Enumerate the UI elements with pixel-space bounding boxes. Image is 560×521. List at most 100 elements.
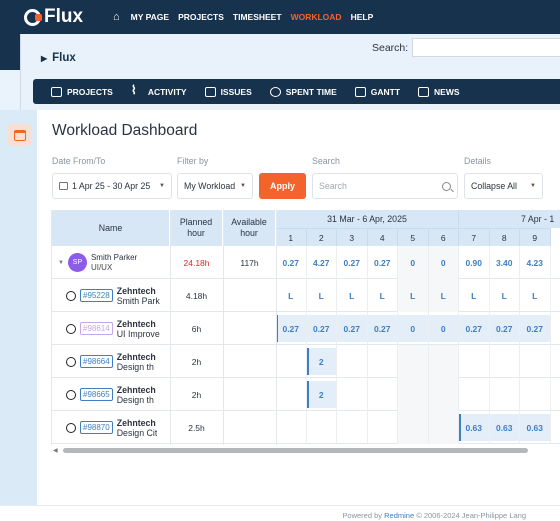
day-cell: L bbox=[368, 279, 398, 312]
day-cell bbox=[398, 411, 429, 444]
details-label: Details bbox=[464, 156, 491, 166]
user-row: ▼ SP Smith Parker UI/UX 24.18h 117h 0.27 4.27 0.… bbox=[52, 246, 560, 279]
menu-activity[interactable]: ACTIVITY bbox=[131, 83, 187, 97]
day-cell: 0.90 bbox=[459, 246, 490, 279]
day-cell: L bbox=[520, 279, 551, 312]
timer-icon[interactable] bbox=[66, 323, 76, 334]
day-cell: L bbox=[398, 279, 429, 312]
day-cell: 0.63 bbox=[520, 411, 551, 444]
home-icon[interactable]: ⌂ bbox=[113, 11, 120, 23]
caret-down-icon: ▼ bbox=[159, 183, 165, 189]
filter-label: Filter by bbox=[177, 156, 209, 166]
day-cell: 0.27 bbox=[520, 312, 551, 345]
task-title: Zehntech Design Cit bbox=[116, 417, 158, 438]
menu-spent-time[interactable]: SPENT TIME bbox=[269, 86, 337, 97]
left-sidebar bbox=[0, 110, 37, 521]
timer-icon[interactable] bbox=[66, 389, 76, 400]
day-cell bbox=[368, 378, 398, 411]
date-label: Date From/To bbox=[52, 156, 106, 166]
day-cell bbox=[337, 378, 368, 411]
timer-icon[interactable] bbox=[66, 422, 76, 433]
day-cell: L bbox=[459, 279, 490, 312]
date-range-select[interactable]: 1 Apr 25 - 30 Apr 25 ▼ bbox=[52, 173, 172, 199]
column-divider bbox=[276, 210, 277, 445]
planned-hours: 2h bbox=[191, 389, 202, 400]
day-cell: 4.23 bbox=[520, 246, 551, 279]
day-cell bbox=[459, 378, 490, 411]
day-cell: 2 bbox=[307, 345, 337, 378]
activity-icon bbox=[131, 83, 143, 97]
day-cell: 0.27 bbox=[490, 312, 520, 345]
day-cell bbox=[337, 345, 368, 378]
user-name-cell: ▼ SP Smith Parker UI/UX bbox=[58, 246, 170, 279]
search-input[interactable]: Search bbox=[312, 173, 458, 199]
day-cell bbox=[490, 345, 520, 378]
day-cell: L bbox=[428, 279, 459, 312]
nav-workload[interactable]: WORKLOAD bbox=[291, 12, 342, 22]
menu-gantt[interactable]: GANTT bbox=[354, 86, 400, 97]
flux-logo[interactable]: Flux bbox=[24, 6, 83, 28]
caret-down-icon[interactable]: ▼ bbox=[58, 260, 64, 266]
task-row: #98614 Zehntech UI Improve 6h 0.27 0.27 0.27 0.… bbox=[52, 312, 560, 345]
day-cell: 0.27 bbox=[276, 312, 307, 345]
day-cell bbox=[398, 345, 429, 378]
day-header-4: 4 bbox=[367, 228, 398, 246]
day-cell: L bbox=[490, 279, 520, 312]
task-name-cell: #95228 Zehntech Smith Park bbox=[52, 279, 170, 312]
task-title: Zehntech Design th bbox=[116, 384, 156, 405]
menu-news[interactable]: NEWS bbox=[418, 86, 460, 97]
search-filter-label: Search bbox=[312, 156, 340, 166]
ticket-link[interactable]: #98870 bbox=[80, 421, 113, 434]
news-icon bbox=[418, 86, 430, 97]
task-title: Zehntech UI Improve bbox=[116, 318, 160, 339]
nav-help[interactable]: HELP bbox=[351, 12, 374, 22]
header-search-input[interactable] bbox=[412, 38, 560, 57]
app-name: Flux bbox=[44, 6, 84, 27]
ticket-link[interactable]: #98614 bbox=[80, 322, 113, 335]
day-cell: 0.27 bbox=[276, 246, 307, 279]
ticket-link[interactable]: #95228 bbox=[80, 289, 113, 302]
timer-icon[interactable] bbox=[66, 290, 76, 301]
workload-grid: Name Planned hour Available hour 31 Mar … bbox=[51, 210, 560, 445]
task-name-cell: #98870 Zehntech Design Cit bbox=[52, 411, 170, 444]
page-title: Workload Dashboard bbox=[52, 122, 198, 139]
day-header-7: 7 bbox=[459, 228, 490, 246]
nav-timesheet[interactable]: TIMESHEET bbox=[233, 12, 282, 22]
search-icon bbox=[442, 181, 451, 191]
gantt-icon bbox=[354, 86, 366, 97]
day-cell: 0 bbox=[429, 312, 459, 345]
user-name: Smith Parker UI/UX bbox=[90, 252, 138, 272]
ticket-link[interactable]: #98665 bbox=[80, 388, 113, 401]
caret-down-icon: ▼ bbox=[530, 183, 536, 189]
day-cell bbox=[490, 378, 520, 411]
task-title: Zehntech Smith Park bbox=[116, 285, 160, 306]
scroll-left-icon[interactable]: ◀ bbox=[53, 447, 58, 454]
day-header-3: 3 bbox=[337, 228, 368, 246]
timer-icon[interactable] bbox=[66, 356, 76, 367]
day-header-9: 9 bbox=[520, 228, 551, 246]
apply-button[interactable]: Apply bbox=[259, 173, 306, 199]
scrollbar-thumb[interactable] bbox=[63, 448, 528, 453]
ticket-link[interactable]: #98664 bbox=[80, 355, 113, 368]
day-header-2: 2 bbox=[306, 228, 337, 246]
nav-projects[interactable]: PROJECTS bbox=[178, 12, 224, 22]
col-planned-header: Planned hour bbox=[170, 210, 223, 246]
filter-select[interactable]: My Workload ▼ bbox=[177, 173, 253, 199]
nav-my-page[interactable]: MY PAGE bbox=[131, 12, 169, 22]
day-cell bbox=[368, 345, 398, 378]
menu-issues[interactable]: ISSUES bbox=[204, 86, 252, 97]
week-1-header: 31 Mar - 6 Apr, 2025 bbox=[276, 210, 459, 228]
horizontal-scrollbar[interactable]: ◀ bbox=[51, 446, 560, 454]
calendar-icon[interactable] bbox=[8, 124, 31, 146]
column-divider bbox=[170, 210, 171, 445]
day-cell bbox=[307, 411, 337, 444]
menu-projects[interactable]: PROJECTS bbox=[51, 86, 113, 97]
breadcrumb[interactable]: ▶ Flux bbox=[41, 52, 76, 64]
task-name-cell: #98665 Zehntech Design th bbox=[52, 378, 170, 411]
column-divider bbox=[223, 210, 224, 445]
details-select[interactable]: Collapse All ▼ bbox=[464, 173, 543, 199]
day-cell bbox=[520, 378, 551, 411]
day-cell bbox=[276, 345, 307, 378]
redmine-link[interactable]: Redmine bbox=[384, 511, 414, 520]
planned-hours: 6h bbox=[191, 323, 202, 334]
